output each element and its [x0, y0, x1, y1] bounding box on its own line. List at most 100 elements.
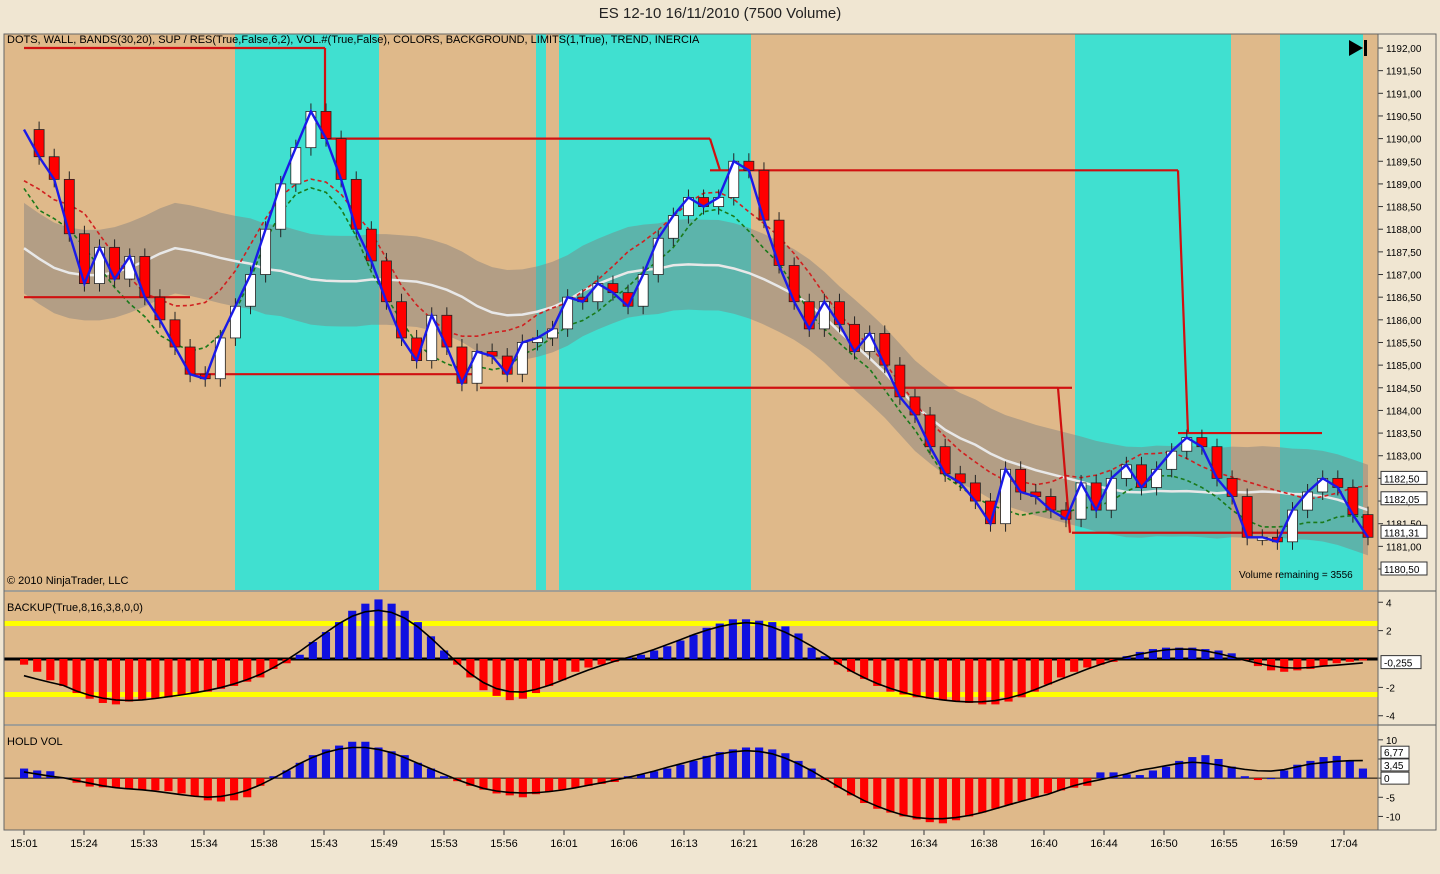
time-tick-label: 15:56 [490, 838, 518, 850]
volume-remaining-label: Volume remaining = 3556 [1239, 570, 1353, 581]
histogram-bar [374, 747, 383, 779]
histogram-bar [374, 599, 383, 659]
time-tick-label: 16:44 [1090, 838, 1118, 850]
price-tick-label: 1184,00 [1386, 406, 1422, 417]
histogram-bar [440, 776, 449, 779]
price-tick-label: 1191,50 [1386, 67, 1422, 78]
histogram-bar [702, 755, 711, 779]
histogram-bar [545, 659, 554, 686]
time-tick-label: 15:24 [70, 838, 98, 850]
histogram-bar [925, 778, 934, 823]
histogram-bar [164, 659, 173, 698]
histogram-bar [1096, 772, 1105, 779]
backup-panel[interactable]: 4 2 -2 -4 -0,255 BACKUP(True,8,16,3,8,0,0) [4, 592, 1422, 724]
price-tick-label: 1186,00 [1386, 316, 1422, 327]
price-indicator-label: DOTS, WALL, BANDS(30,20), SUP / RES(True… [7, 34, 700, 46]
histogram-bar [190, 778, 199, 797]
histogram-bar [676, 640, 685, 659]
histogram-bar [676, 764, 685, 779]
histogram-bar [741, 747, 751, 779]
time-tick-label: 15:49 [370, 838, 398, 850]
histogram-bar [321, 632, 331, 659]
axis-tick-label: -10 [1386, 812, 1401, 823]
histogram-bar [1358, 659, 1368, 661]
histogram-bar [1240, 776, 1249, 779]
histogram-bar [978, 659, 987, 705]
chart-window: ES 12-10 16/11/2010 (7500 Volume) 1192,0… [0, 0, 1440, 874]
copyright-label: © 2010 NinjaTrader, LLC [7, 575, 128, 587]
time-axis: 15:01 15:24 15:33 15:34 15:38 15:43 15:49 15:53… [10, 830, 1358, 850]
histogram-bar [20, 659, 29, 665]
price-tick-label: 1190,00 [1386, 135, 1422, 146]
histogram-bar [190, 659, 199, 694]
backup-axis: 4 2 -2 -4 -0,255 [1378, 598, 1422, 723]
histogram-bar [755, 620, 764, 659]
price-tick-label: 1187,50 [1386, 248, 1422, 259]
histogram-bar [571, 659, 580, 672]
time-tick-label: 16:13 [670, 838, 698, 850]
histogram-bar [636, 654, 646, 659]
histogram-bar [899, 778, 908, 817]
histogram-bar [177, 778, 186, 794]
histogram-bar [85, 659, 94, 699]
histogram-bar [216, 659, 226, 689]
histogram-bar [33, 659, 42, 672]
histogram-bar [938, 778, 947, 824]
histogram-bar [1004, 778, 1013, 805]
time-tick-label: 16:21 [730, 838, 758, 850]
histogram-bar [1004, 659, 1013, 702]
histogram-bar [912, 659, 921, 698]
histogram-bar [1266, 778, 1276, 780]
price-tick-label: 1183,50 [1386, 429, 1422, 440]
histogram-bar [715, 623, 724, 659]
price-tick-label: 1185,50 [1386, 338, 1422, 349]
price-tick-label: 1188,00 [1386, 225, 1422, 236]
price-tick-label: 1183,00 [1386, 452, 1422, 463]
time-tick-label: 16:28 [790, 838, 818, 850]
histogram-bar [479, 659, 488, 691]
histogram-bar [1214, 758, 1223, 779]
histogram-bar [1135, 775, 1144, 779]
histogram-bar [715, 752, 724, 779]
histogram-bar [558, 659, 567, 681]
histogram-bar [899, 659, 908, 695]
holdvol-axis: 1050-5-106,773,450 [1378, 736, 1410, 823]
histogram-bar [1070, 659, 1079, 672]
histogram-bar [545, 778, 554, 792]
price-panel[interactable]: 1192,00 1191,50 1191,00 1190,50 1190,00 1189,… [4, 34, 1428, 590]
histogram-bar [1043, 659, 1052, 685]
histogram-bar [965, 659, 974, 703]
histogram-bar [177, 659, 186, 695]
histogram-bar [807, 647, 816, 659]
histogram-bar [1083, 659, 1092, 668]
histogram-bar [663, 768, 672, 779]
time-tick-label: 16:59 [1270, 838, 1298, 850]
histogram-bar [20, 768, 29, 779]
histogram-bar [728, 749, 737, 779]
histogram-bar [1332, 659, 1341, 664]
histogram-bar [1161, 766, 1171, 779]
price-flag-label: 1180,50 [1384, 565, 1420, 576]
histogram-bar [650, 650, 659, 659]
axis-tick-label: 2 [1386, 627, 1392, 638]
price-tick-label: 1181,00 [1386, 542, 1422, 553]
histogram-bar [138, 778, 147, 790]
histogram-bar [125, 778, 134, 789]
holdvol-panel[interactable]: 1050-5-106,773,450 HOLD VOL [4, 726, 1410, 830]
histogram-bar [1030, 659, 1039, 692]
time-tick-label: 16:01 [550, 838, 578, 850]
histogram-bar [951, 778, 961, 821]
histogram-bar [216, 778, 226, 802]
time-tick-label: 15:38 [250, 838, 278, 850]
histogram-bar [689, 634, 698, 659]
histogram-bar [1017, 659, 1026, 698]
histogram-bar [1188, 757, 1197, 779]
histogram-bar [558, 778, 567, 790]
time-tick-label: 17:04 [1330, 838, 1358, 850]
time-tick-label: 15:01 [10, 838, 38, 850]
histogram-bar [571, 778, 580, 788]
axis-tick-label: -4 [1386, 712, 1395, 723]
histogram-bar [230, 778, 239, 801]
histogram-bar [1148, 770, 1157, 779]
histogram-bar [1056, 659, 1066, 678]
